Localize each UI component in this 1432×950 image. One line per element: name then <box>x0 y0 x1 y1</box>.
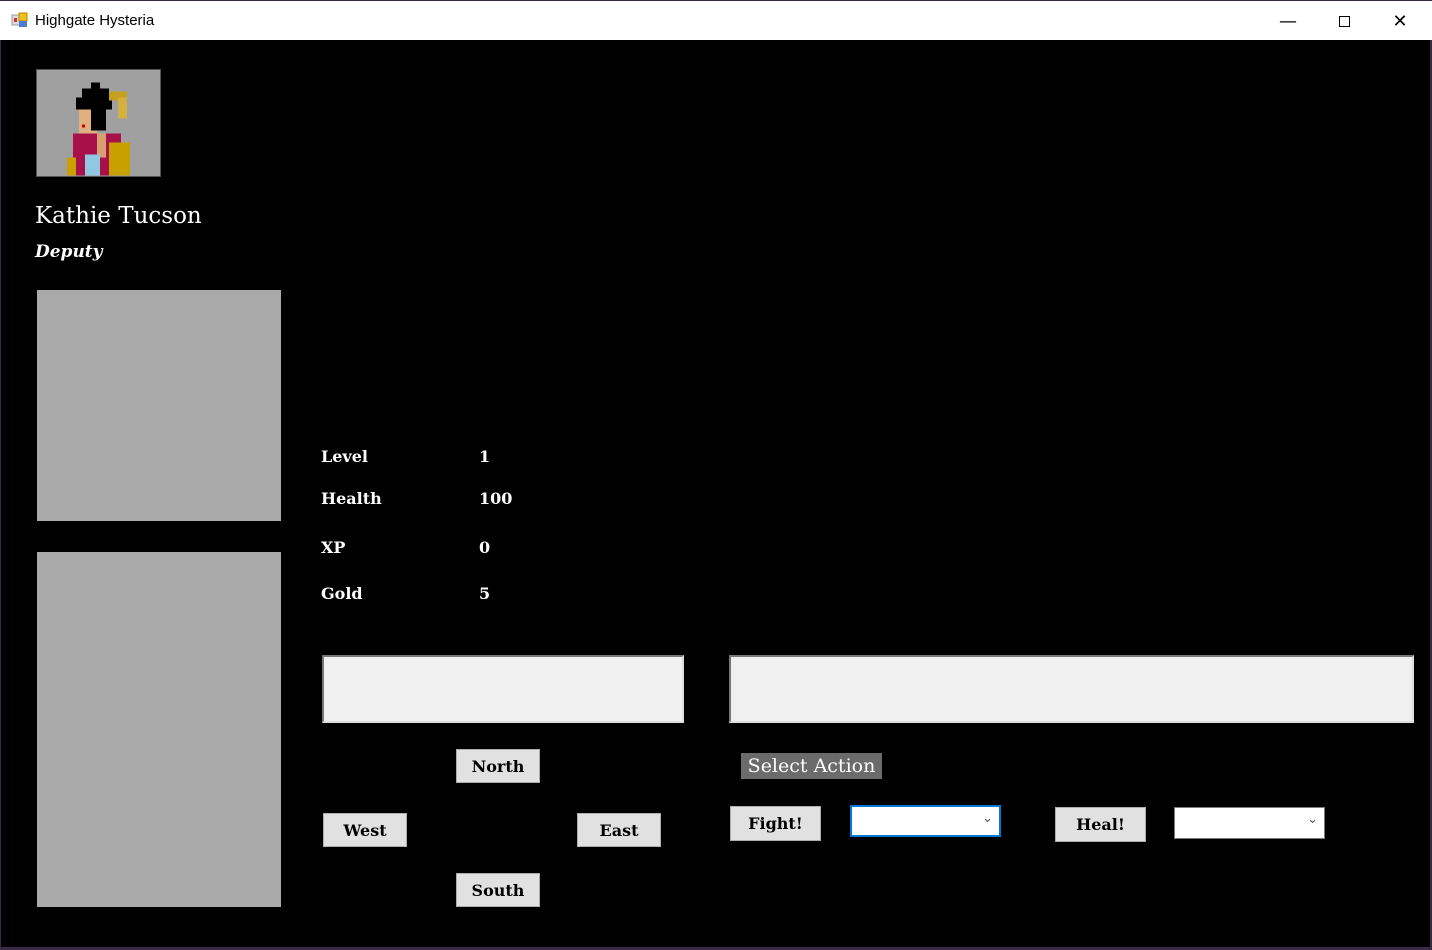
stat-value-level: 1 <box>479 447 491 466</box>
player-role: Deputy <box>35 242 103 262</box>
title-bar: Highgate Hysteria — ✕ <box>0 0 1432 40</box>
select-action-label: Select Action <box>741 753 882 779</box>
window-title: Highgate Hysteria <box>35 12 155 29</box>
chevron-down-icon: ⌄ <box>1307 812 1318 827</box>
weapon-select[interactable]: ⌄ <box>850 805 1001 837</box>
stat-label-health: Health <box>321 489 382 508</box>
chevron-down-icon: ⌄ <box>982 811 993 826</box>
deputy-portrait-icon <box>67 82 130 176</box>
maximize-button[interactable] <box>1316 1 1372 41</box>
inventory-panel[interactable] <box>37 290 281 521</box>
south-button[interactable]: South <box>456 873 540 907</box>
player-name: Kathie Tucson <box>35 203 202 229</box>
stat-value-xp: 0 <box>479 538 491 557</box>
stat-label-xp: XP <box>321 538 346 557</box>
quests-panel[interactable] <box>37 552 281 907</box>
potion-select[interactable]: ⌄ <box>1174 807 1325 839</box>
app-icon <box>11 12 28 27</box>
stat-value-health: 100 <box>479 489 513 508</box>
minimize-icon: — <box>1279 10 1297 32</box>
stat-label-level: Level <box>321 447 368 466</box>
stat-label-gold: Gold <box>321 584 363 603</box>
east-button[interactable]: East <box>577 813 661 847</box>
north-button[interactable]: North <box>456 749 540 783</box>
heal-button[interactable]: Heal! <box>1055 807 1146 842</box>
fight-button[interactable]: Fight! <box>730 806 821 841</box>
close-icon: ✕ <box>1392 10 1408 32</box>
location-textbox[interactable] <box>322 655 684 723</box>
player-portrait <box>36 69 161 177</box>
stat-value-gold: 5 <box>479 584 491 603</box>
messages-textbox[interactable] <box>729 655 1414 723</box>
close-button[interactable]: ✕ <box>1372 1 1428 41</box>
maximize-icon <box>1338 15 1350 27</box>
minimize-button[interactable]: — <box>1260 1 1316 41</box>
west-button[interactable]: West <box>323 813 407 847</box>
